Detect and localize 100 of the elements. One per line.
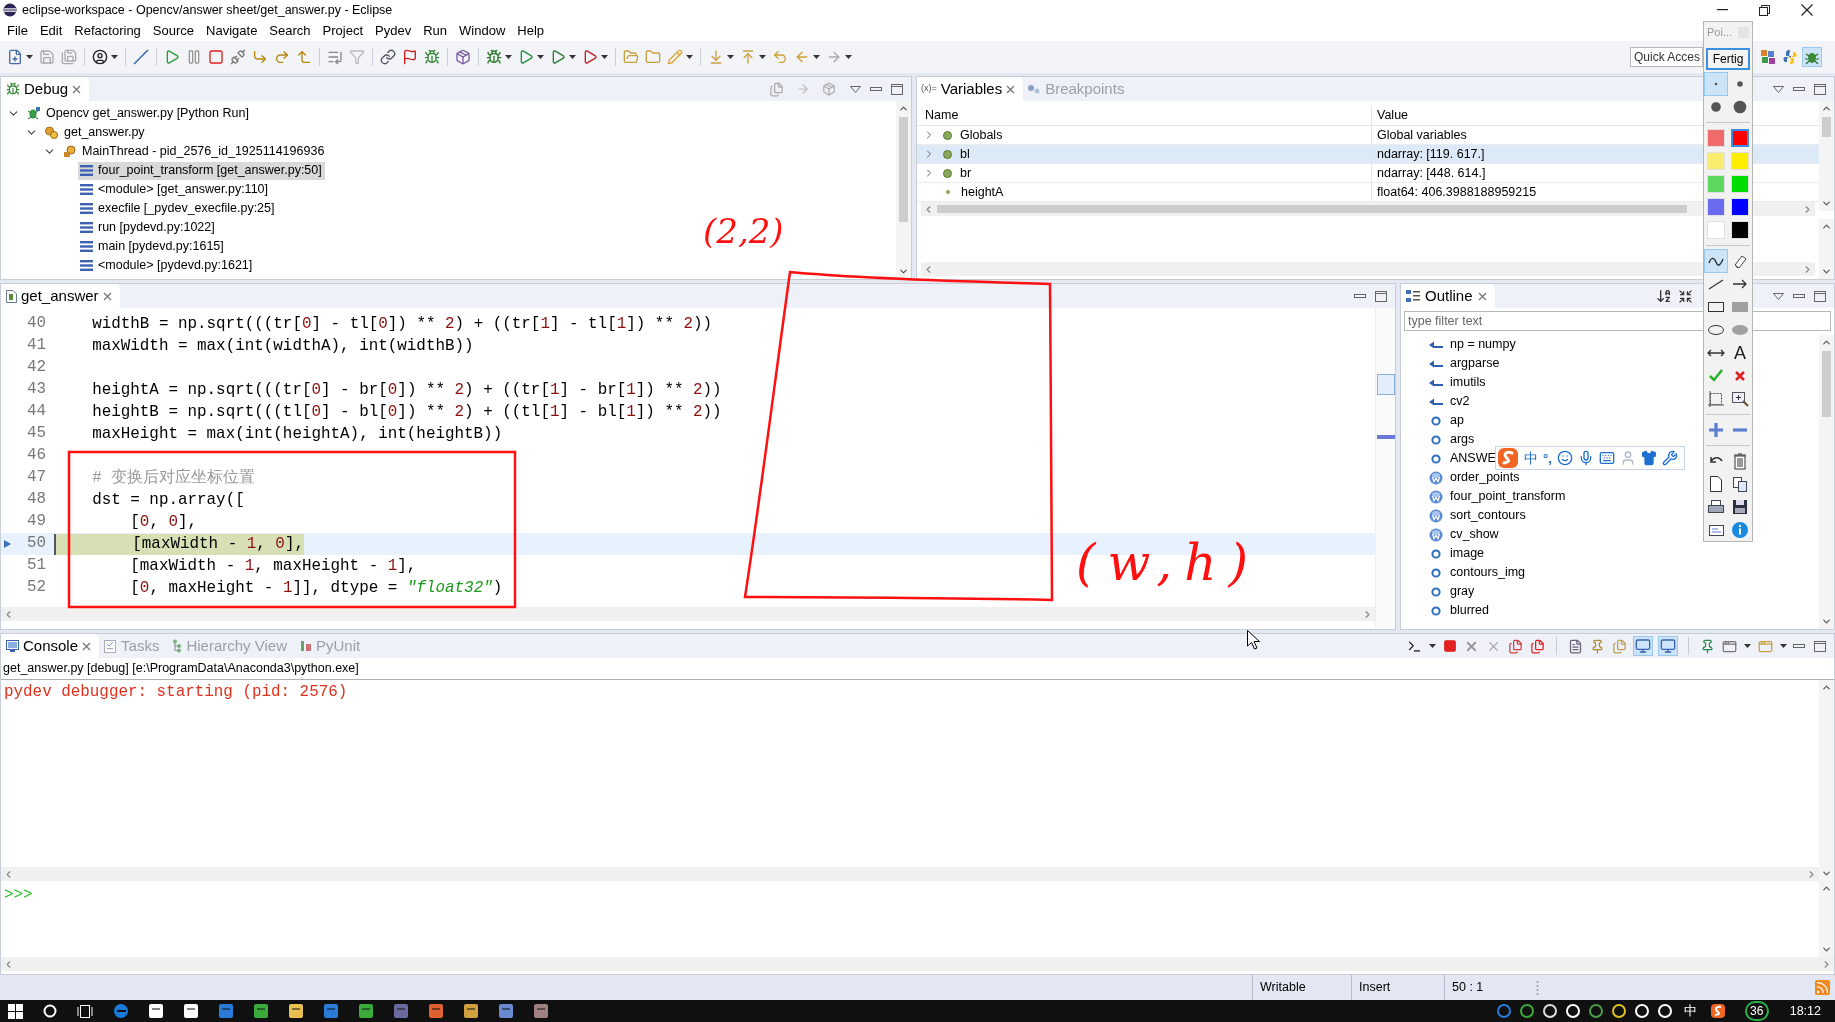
dropdown-caret-icon[interactable] bbox=[813, 55, 820, 59]
minimize-icon[interactable] bbox=[1717, 9, 1728, 11]
dropdown-caret-icon[interactable] bbox=[569, 55, 576, 59]
dropdown-caret-icon[interactable] bbox=[727, 55, 734, 59]
outline-item[interactable]: gray bbox=[1429, 582, 1475, 601]
outline-item[interactable]: image bbox=[1429, 544, 1485, 563]
menu-item[interactable]: Refactoring bbox=[68, 24, 147, 37]
menu-item[interactable]: Pydev bbox=[369, 24, 418, 37]
scroll-down-icon[interactable] bbox=[1821, 868, 1832, 879]
tree-item[interactable]: run [pydevd.py:1022] bbox=[78, 218, 218, 237]
outline-item[interactable]: np = numpy bbox=[1429, 335, 1516, 354]
minimize-icon[interactable] bbox=[870, 87, 882, 91]
list-arrow-icon[interactable] bbox=[327, 49, 343, 65]
smiley-icon[interactable] bbox=[1556, 450, 1573, 466]
menu-item[interactable]: File bbox=[1, 24, 34, 37]
minimize-icon[interactable] bbox=[1793, 87, 1805, 91]
tree-item[interactable]: get_answer.py bbox=[42, 123, 148, 142]
menu-item[interactable]: Edit bbox=[33, 24, 69, 37]
dropdown-caret-icon[interactable] bbox=[111, 55, 118, 59]
color-swatch[interactable] bbox=[1731, 129, 1749, 148]
stop-icon[interactable] bbox=[1443, 639, 1457, 653]
play-icon[interactable] bbox=[550, 49, 566, 65]
outline-item[interactable]: contours_img bbox=[1429, 563, 1526, 582]
outline-item[interactable]: imutils bbox=[1429, 373, 1486, 392]
view-menu-icon[interactable] bbox=[850, 85, 861, 93]
search-icon[interactable] bbox=[43, 1004, 57, 1018]
scrollbar-thumb[interactable] bbox=[937, 205, 1687, 213]
flag-icon[interactable] bbox=[402, 49, 418, 65]
vertical-scrollbar[interactable] bbox=[896, 101, 911, 279]
scroll-down-icon[interactable] bbox=[898, 266, 909, 277]
app-icon[interactable] bbox=[253, 1003, 269, 1019]
maximize-icon[interactable] bbox=[1814, 640, 1826, 652]
input-method-logo-icon[interactable] bbox=[1709, 1003, 1726, 1019]
view-menu-icon[interactable] bbox=[1773, 292, 1784, 300]
view-tab[interactable]: Outline bbox=[1401, 284, 1495, 308]
horizontal-scrollbar[interactable] bbox=[1, 957, 1834, 971]
menu-item[interactable]: Source bbox=[146, 24, 201, 37]
dropdown-caret-icon[interactable] bbox=[1744, 644, 1751, 648]
user-circle-icon[interactable] bbox=[92, 49, 108, 65]
restore-icon[interactable] bbox=[1759, 4, 1770, 16]
view-tab[interactable]: Console bbox=[1, 634, 100, 658]
vertical-scrollbar[interactable] bbox=[1819, 101, 1834, 211]
maximize-icon[interactable] bbox=[1814, 290, 1826, 302]
scroll-down-icon[interactable] bbox=[1821, 198, 1832, 209]
file-plus-icon[interactable] bbox=[7, 49, 23, 65]
scroll-down-icon[interactable] bbox=[1821, 944, 1832, 955]
outline-item[interactable]: sort_contours bbox=[1429, 506, 1526, 525]
task-view-icon[interactable] bbox=[77, 1004, 93, 1018]
info-icon[interactable] bbox=[1729, 519, 1751, 541]
horizontal-scrollbar[interactable] bbox=[1, 867, 1819, 881]
outline-item[interactable]: ANSWE bbox=[1429, 449, 1496, 468]
menu-item[interactable]: Window bbox=[453, 24, 512, 37]
menu-item[interactable]: Project bbox=[316, 24, 370, 37]
view-tab[interactable]: (x)= Variables bbox=[917, 77, 1024, 101]
dropdown-caret-icon[interactable] bbox=[601, 55, 608, 59]
punctuation-toggle[interactable]: °, bbox=[1543, 451, 1552, 465]
documents-icon[interactable] bbox=[1530, 638, 1545, 654]
menu-item[interactable]: Navigate bbox=[200, 24, 264, 37]
keyboard-icon[interactable] bbox=[1598, 450, 1615, 466]
stop-icon[interactable] bbox=[208, 49, 224, 65]
scrollbar-thumb[interactable] bbox=[1822, 351, 1831, 417]
minimize-icon[interactable] bbox=[1354, 294, 1366, 298]
tray-icon[interactable] bbox=[1610, 1003, 1627, 1019]
tree-item[interactable]: execfile [_pydev_execfile.py:25] bbox=[78, 199, 278, 218]
done-button[interactable]: Fertig bbox=[1706, 47, 1750, 71]
outline-item[interactable]: args bbox=[1429, 430, 1475, 449]
slash-icon[interactable] bbox=[133, 49, 149, 65]
outline-item[interactable]: ap bbox=[1429, 411, 1464, 430]
close-icon[interactable] bbox=[1801, 4, 1813, 16]
menu-item[interactable]: Search bbox=[263, 24, 317, 37]
tray-icon[interactable] bbox=[1518, 1003, 1535, 1019]
app-icon[interactable] bbox=[358, 1003, 374, 1019]
view-tab[interactable]: Debug bbox=[1, 77, 90, 101]
vertical-scrollbar[interactable] bbox=[1819, 680, 1834, 881]
scroll-down-icon[interactable] bbox=[1821, 266, 1832, 277]
tree-item[interactable]: Opencv get_answer.py [Python Run] bbox=[24, 104, 252, 123]
scroll-down-icon[interactable] bbox=[1821, 616, 1832, 627]
minimize-icon[interactable] bbox=[1793, 294, 1805, 298]
wrench-icon[interactable] bbox=[1661, 450, 1678, 466]
horizontal-scrollbar[interactable] bbox=[1, 607, 1375, 621]
blocks-icon[interactable] bbox=[1759, 48, 1777, 66]
dropdown-caret-icon[interactable] bbox=[26, 55, 33, 59]
tree-item[interactable]: <module> [pydevd.py:1621] bbox=[78, 256, 256, 275]
variable-row[interactable]: bl ndarray: [119. 617.] bbox=[917, 145, 1819, 164]
tree-item[interactable]: four_point_transform [get_answer.py:50] bbox=[78, 161, 325, 180]
editor-tab[interactable]: get_answer bbox=[1, 284, 120, 308]
document-icon[interactable] bbox=[1568, 638, 1583, 654]
input-mode-indicator[interactable]: 中 bbox=[1683, 1001, 1697, 1021]
pause-icon[interactable] bbox=[186, 49, 202, 65]
outline-item[interactable]: cv_show bbox=[1429, 525, 1499, 544]
tree-item[interactable]: MainThread - pid_2576_id_1925114196936 bbox=[60, 142, 328, 161]
dropdown-caret-icon[interactable] bbox=[759, 55, 766, 59]
dropdown-caret-icon[interactable] bbox=[505, 55, 512, 59]
pen-icon[interactable] bbox=[1705, 250, 1727, 273]
play-icon[interactable] bbox=[582, 49, 598, 65]
tree-item[interactable]: <module> [get_answer.py:110] bbox=[78, 180, 272, 199]
horizontal-scrollbar[interactable] bbox=[921, 262, 1815, 276]
dropdown-caret-icon[interactable] bbox=[686, 55, 693, 59]
dropdown-caret-icon[interactable] bbox=[1429, 644, 1436, 648]
outline-item[interactable]: argparse bbox=[1429, 354, 1500, 373]
